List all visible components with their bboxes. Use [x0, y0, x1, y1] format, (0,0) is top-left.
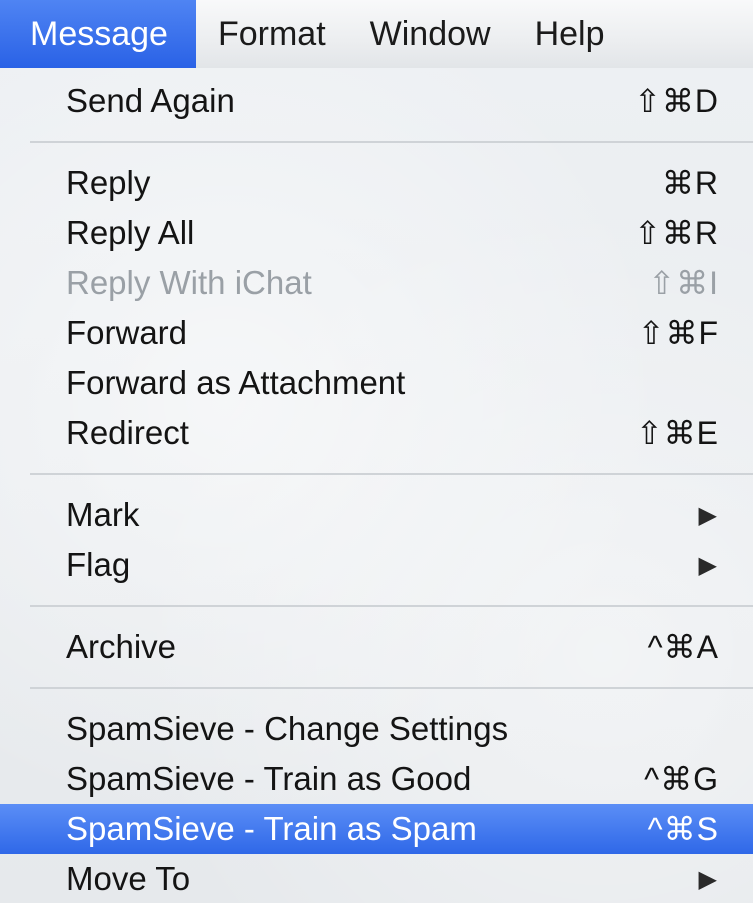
- menu-item-label: Flag: [66, 546, 131, 583]
- menu-item-spamsieve-change-settings[interactable]: SpamSieve - Change Settings: [0, 704, 753, 754]
- shortcut-label: ⇧⌘I: [648, 265, 719, 301]
- triangle-right-icon: ▶: [698, 865, 717, 893]
- menu-item-label: SpamSieve - Train as Good: [66, 760, 472, 797]
- menu-item-label: Archive: [66, 628, 177, 665]
- shortcut-label: ⇧⌘E: [635, 415, 719, 451]
- triangle-right-icon: ▶: [698, 551, 717, 579]
- menu-item-label: Send Again: [66, 82, 235, 119]
- shortcut-label: ⇧⌘F: [637, 315, 719, 351]
- triangle-right-icon: ▶: [698, 501, 717, 529]
- shortcut-label: ^⌘G: [644, 761, 719, 797]
- shortcut-label: ⇧⌘R: [634, 215, 719, 251]
- menu-item-label: Reply All: [66, 214, 195, 251]
- menu-item-spamsieve-train-spam[interactable]: SpamSieve - Train as Spam ^⌘S: [0, 804, 753, 854]
- menu-item-forward[interactable]: Forward ⇧⌘F: [0, 308, 753, 358]
- menu-bar-window[interactable]: Window: [348, 0, 513, 68]
- menu-item-label: Forward: [66, 314, 188, 351]
- mail-menu-screenshot: Message Format Window Help Send Again ⇧⌘…: [0, 0, 753, 903]
- menu-item-label: SpamSieve - Change Settings: [66, 710, 509, 747]
- menu-item-label: Forward as Attachment: [66, 364, 406, 401]
- menu-separator: [0, 458, 753, 490]
- menu-bar-help[interactable]: Help: [513, 0, 627, 68]
- menu-item-reply-all[interactable]: Reply All ⇧⌘R: [0, 208, 753, 258]
- menu-item-label: Redirect: [66, 414, 189, 451]
- shortcut-label: ⇧⌘D: [634, 83, 719, 119]
- menu-item-spamsieve-train-good[interactable]: SpamSieve - Train as Good ^⌘G: [0, 754, 753, 804]
- menu-separator: [0, 590, 753, 622]
- menu-item-label: Reply With iChat: [66, 264, 312, 301]
- menu-separator: [0, 672, 753, 704]
- message-menu-dropdown: Send Again ⇧⌘D Reply ⌘R Reply All ⇧⌘R Re…: [0, 68, 753, 903]
- shortcut-label: ^⌘S: [647, 811, 719, 847]
- menu-bar-message[interactable]: Message: [0, 0, 196, 68]
- menu-bar-format[interactable]: Format: [196, 0, 348, 68]
- shortcut-label: ⌘R: [661, 165, 719, 201]
- menu-item-mark[interactable]: Mark ▶: [0, 490, 753, 540]
- menu-item-send-again[interactable]: Send Again ⇧⌘D: [0, 76, 753, 126]
- shortcut-label: ^⌘A: [647, 629, 719, 665]
- menu-bar: Message Format Window Help: [0, 0, 753, 69]
- menu-item-move-to[interactable]: Move To ▶: [0, 854, 753, 903]
- menu-item-archive[interactable]: Archive ^⌘A: [0, 622, 753, 672]
- menu-item-label: SpamSieve - Train as Spam: [66, 810, 477, 847]
- menu-item-redirect[interactable]: Redirect ⇧⌘E: [0, 408, 753, 458]
- menu-item-reply[interactable]: Reply ⌘R: [0, 158, 753, 208]
- menu-item-flag[interactable]: Flag ▶: [0, 540, 753, 590]
- menu-separator: [0, 126, 753, 158]
- menu-item-label: Mark: [66, 496, 140, 533]
- menu-item-reply-with-ichat: Reply With iChat ⇧⌘I: [0, 258, 753, 308]
- menu-item-label: Reply: [66, 164, 151, 201]
- menu-item-label: Move To: [66, 860, 191, 897]
- menu-item-forward-as-attachment[interactable]: Forward as Attachment: [0, 358, 753, 408]
